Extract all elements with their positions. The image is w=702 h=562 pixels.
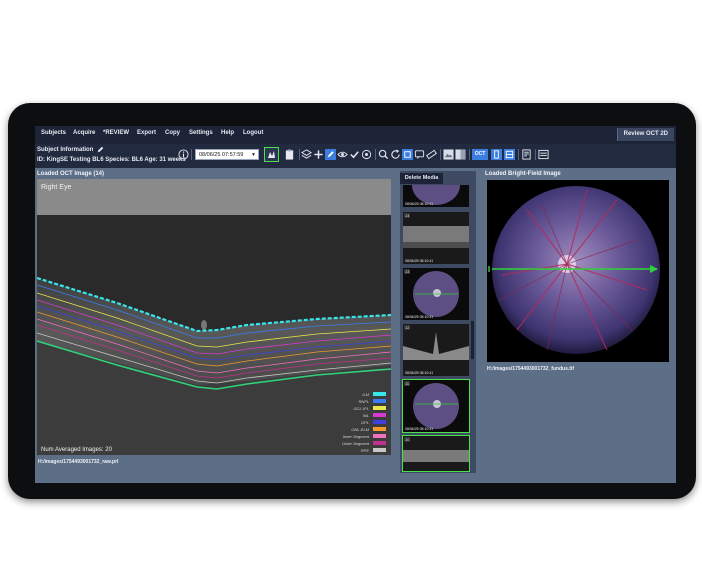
menu-subjects[interactable]: Subjects: [41, 130, 66, 136]
eye-icon[interactable]: [337, 149, 348, 160]
oct-file-path: H:/images/1754493001732_raw.prl: [38, 459, 119, 465]
thumbnail-number: 13: [404, 269, 411, 274]
legend-label-inner-segment: Inner Segment: [342, 434, 369, 439]
menu-copy[interactable]: Copy: [165, 130, 180, 136]
chevron-down-icon: ▼: [251, 152, 256, 158]
zoom-icon[interactable]: [378, 149, 389, 160]
thumbnail-number: 11: [404, 381, 411, 386]
oct-image-panel[interactable]: Right Eye Num Averaged Images: 20 ILM RN…: [37, 179, 391, 455]
menu-export[interactable]: Export: [137, 130, 156, 136]
menu-review[interactable]: *REVIEW: [103, 130, 129, 136]
eye-label: Right Eye: [41, 184, 72, 191]
thumbnail-number: 14: [404, 213, 411, 218]
menu-settings[interactable]: Settings: [189, 130, 213, 136]
image-icon[interactable]: [443, 149, 454, 160]
image-compare-icon[interactable]: [455, 149, 466, 160]
crop-tool-icon[interactable]: [402, 149, 413, 160]
menu-logout[interactable]: Logout: [243, 130, 263, 136]
legend-label-rpe: RPE: [360, 448, 369, 453]
fundus-image[interactable]: [487, 180, 669, 362]
edit-subject-icon[interactable]: [97, 146, 104, 153]
thumbnail-timestamp: 08/06/25 08:10:41: [405, 371, 434, 375]
toolbar: Subject Information ID: KingSE Testing B…: [35, 144, 676, 168]
thumbnail-number: 10: [404, 437, 411, 442]
refresh-icon[interactable]: [390, 149, 401, 160]
legend-swatch-ilm[interactable]: [373, 392, 386, 396]
layers-icon[interactable]: [301, 149, 312, 160]
media-thumbnail[interactable]: 14 08/06/25 08:10:41: [403, 212, 469, 264]
grid-view-icon[interactable]: [504, 149, 515, 160]
menu-help[interactable]: Help: [221, 130, 234, 136]
legend-swatch-opl[interactable]: [373, 420, 386, 424]
legend-label-ilm: ILM: [362, 392, 369, 397]
draw-tool-icon[interactable]: [325, 149, 336, 160]
info-icon[interactable]: [178, 149, 189, 160]
thumbnail-timestamp: 08/06/25 08:10:41: [405, 315, 434, 319]
media-thumbnail[interactable]: 08/06/25 08:10:41: [403, 185, 469, 207]
legend-label-inl: INL: [362, 413, 369, 418]
thumbnail-number: 12: [404, 325, 411, 330]
toolbar-divider: [469, 149, 470, 160]
menu-acquire[interactable]: Acquire: [73, 130, 95, 136]
toolbar-divider: [191, 149, 192, 160]
vertical-split-icon[interactable]: [491, 149, 502, 160]
add-icon[interactable]: [313, 149, 324, 160]
fundus-thumbnail-image: [403, 268, 469, 320]
annotation-icon[interactable]: [414, 149, 425, 160]
toolbar-divider: [518, 149, 519, 160]
oct-panel-title: Loaded OCT Image (14): [37, 171, 105, 177]
clipboard-icon[interactable]: [284, 149, 295, 160]
legend-label-outer-segment: Outer Segment: [341, 441, 369, 446]
media-thumbnail[interactable]: 12 08/06/25 08:10:41: [403, 324, 469, 376]
legend-swatch-inner-segment[interactable]: [373, 434, 386, 438]
legend-swatch-outer-segment[interactable]: [373, 441, 386, 445]
legend-label-onl-elm: ONL-ELM: [351, 427, 369, 432]
oct-thumbnail-image: [403, 436, 469, 471]
ruler-icon[interactable]: [426, 149, 437, 160]
scan-date-select[interactable]: 08/06/25 07:57:59 ▼: [195, 149, 259, 160]
legend-swatch-inl[interactable]: [373, 413, 386, 417]
legend-label-gcl-ipl: GCL-IPL: [353, 406, 369, 411]
target-icon[interactable]: [361, 149, 372, 160]
oct-thumbnail-image: [403, 212, 469, 264]
toolbar-divider: [375, 149, 376, 160]
legend-swatch-rnfl[interactable]: [373, 399, 386, 403]
check-icon[interactable]: [349, 149, 360, 160]
oct-thumbnail-image: [403, 324, 469, 376]
legend-swatch-rpe[interactable]: [373, 448, 386, 452]
thumbnail-timestamp: 08/06/25 08:10:41: [405, 202, 434, 206]
subject-details: ID: KingSE Testing BL6 Species: BL6 Age:…: [37, 157, 186, 163]
legend-swatch-gcl-ipl[interactable]: [373, 406, 386, 410]
toolbar-divider: [535, 149, 536, 160]
review-oct-2d-button[interactable]: Review OCT 2D: [616, 128, 674, 141]
thumbnail-timestamp: 08/06/25 08:10:41: [405, 259, 434, 263]
oct-header-strip: [37, 179, 391, 215]
report-icon[interactable]: [521, 149, 532, 160]
media-thumbnail[interactable]: 10: [402, 435, 470, 472]
export-data-icon[interactable]: [538, 149, 549, 160]
legend-label-rnfl: RNFL: [358, 399, 369, 404]
app-screen: Subjects Acquire *REVIEW Export Copy Set…: [35, 126, 676, 483]
legend-label-opl: OPL: [360, 420, 369, 425]
media-thumbnail[interactable]: 13 08/06/25 08:10:41: [403, 268, 469, 320]
fundus-file-path: H:/images/1754493001732_fundus.tif: [487, 366, 574, 372]
delete-media-button[interactable]: Delete Media: [400, 173, 443, 184]
fundus-thumbnail-image: [403, 380, 469, 432]
legend-swatch-onl-elm[interactable]: [373, 427, 386, 431]
num-averaged-label: Num Averaged Images: 20: [41, 447, 112, 453]
fundus-panel-title: Loaded Bright-Field Image: [485, 171, 561, 177]
thumbnail-scrollbar[interactable]: [471, 321, 474, 359]
menu-bar: Subjects Acquire *REVIEW Export Copy Set…: [35, 126, 676, 144]
subject-info-header: Subject Information: [37, 147, 94, 153]
media-thumbnail-selected[interactable]: 11 08/06/25 08:10:41: [402, 379, 470, 433]
image-select-icon[interactable]: [264, 147, 279, 162]
fundus-image-panel[interactable]: [487, 180, 669, 362]
scan-date-value: 08/06/25 07:57:59: [199, 152, 244, 158]
media-thumbnail-list[interactable]: Delete Media 08/06/25 08:10:41 14 08/06/…: [400, 171, 476, 473]
thumbnail-timestamp: 08/06/25 08:10:41: [405, 427, 434, 431]
oct-mode-button[interactable]: OCT: [472, 149, 488, 160]
oct-scan-image[interactable]: [37, 215, 391, 455]
toolbar-divider: [440, 149, 441, 160]
